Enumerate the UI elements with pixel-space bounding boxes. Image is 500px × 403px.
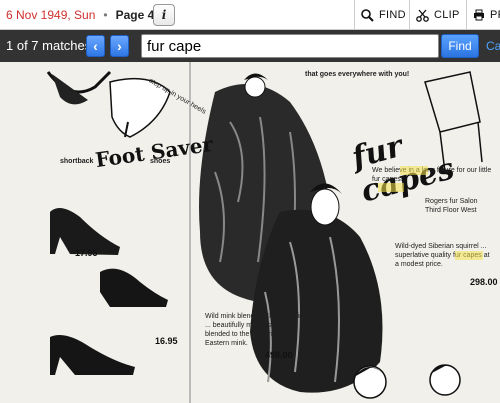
search-bar: 1 of 7 matches ‹ › Find Ca [0, 30, 500, 62]
find-tool-button[interactable]: FIND [354, 0, 409, 30]
cape-blurb-3: Third Floor West [425, 207, 477, 214]
find-tool-label: FIND [379, 9, 406, 21]
print-tool-button[interactable]: PR [466, 0, 500, 30]
next-match-button[interactable]: › [110, 35, 129, 57]
shortback-label: shortback [60, 158, 94, 165]
search-highlight [455, 251, 483, 260]
issue-date: 6 Nov 1949, Sun [6, 7, 96, 22]
price-2: 16.95 [155, 336, 178, 346]
match-count: 1 of 7 matches [6, 38, 92, 53]
newspaper-page-scan[interactable]: that goes everywhere with you! step up i… [0, 62, 500, 403]
clip-tool-label: CLIP [434, 9, 460, 21]
magnifier-icon [361, 8, 374, 22]
price-4: 298.00 [470, 277, 498, 287]
price-3: 498.00 [265, 350, 293, 360]
search-input[interactable] [141, 34, 439, 58]
search-highlight [378, 183, 404, 192]
scissors-icon [416, 9, 429, 22]
previous-match-button[interactable]: ‹ [86, 35, 105, 57]
print-tool-label: PR [490, 9, 500, 21]
slogan-text: that goes everywhere with you! [305, 71, 410, 78]
top-toolbar: 6 Nov 1949, Sun • Page 41 i FIND CLIP PR [0, 0, 500, 30]
newspaper-illustration [46, 62, 483, 403]
printer-icon [474, 9, 484, 21]
clip-tool-button[interactable]: CLIP [409, 0, 466, 30]
chinese-mink-blurb: Wild mink blended Chinese mink ... beaut… [205, 313, 307, 347]
cape-blurb-text: We believe in a long future for our litt… [372, 167, 492, 183]
info-button[interactable]: i [153, 4, 175, 26]
search-highlight [400, 166, 428, 175]
cape-blurb-2: Rogers fur Salon [425, 198, 478, 205]
separator: • [103, 7, 108, 22]
shoes-label: shoes [150, 158, 171, 165]
cape-blurb-1: We believe in a long future for our litt… [372, 166, 497, 184]
cancel-link[interactable]: Ca [486, 39, 500, 53]
find-button[interactable]: Find [441, 34, 479, 58]
price-1: 17.95 [75, 248, 98, 258]
